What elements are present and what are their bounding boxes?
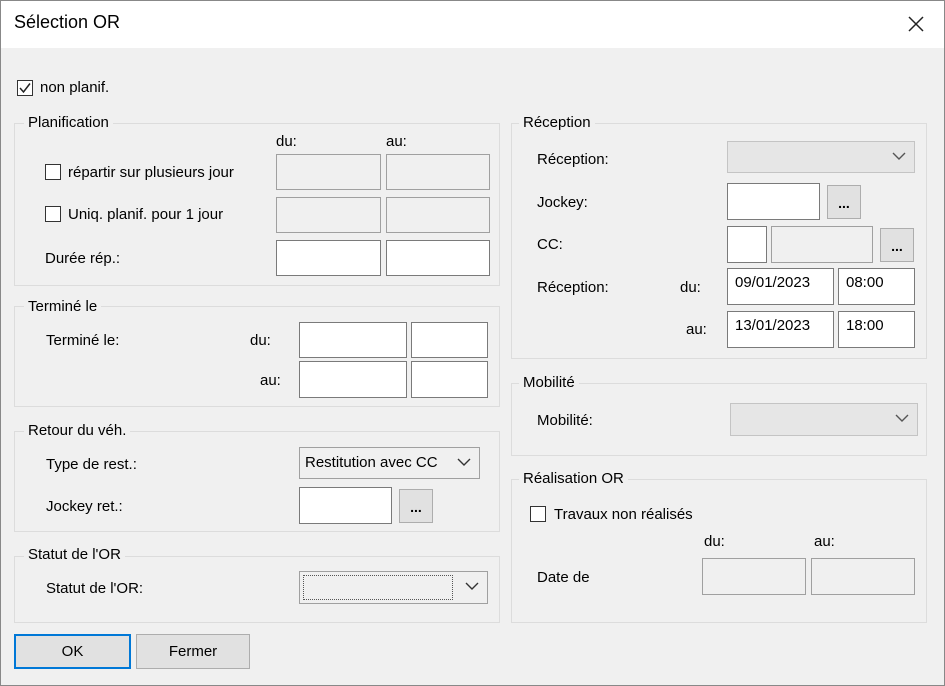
reception-du-time[interactable]: 08:00 [838, 268, 915, 305]
type-rest-value: Restitution avec CC [305, 454, 438, 471]
reception-select-label: Réception: [537, 151, 609, 168]
jockey-field[interactable] [727, 183, 820, 220]
uniq-du-field[interactable] [276, 197, 381, 233]
dialog-title: Sélection OR [14, 12, 121, 32]
planif-col-du: du: [276, 133, 297, 150]
focus-rect [303, 575, 453, 600]
chevron-down-icon [895, 414, 909, 422]
cc-name-field[interactable] [771, 226, 873, 263]
duree-label: Durée rép.: [45, 250, 121, 267]
realisation-col-du: du: [704, 533, 725, 550]
realisation-title: Réalisation OR [519, 470, 628, 487]
cc-label: CC: [537, 236, 563, 253]
non-planif-checkbox[interactable] [17, 80, 33, 96]
reception-au-label: au: [686, 321, 707, 338]
non-planif-label: non planif. [40, 79, 110, 96]
repartir-label: répartir sur plusieurs jour [68, 164, 234, 181]
jockey-label: Jockey: [537, 194, 588, 211]
close-icon[interactable] [898, 6, 934, 42]
repartir-au-field[interactable] [386, 154, 490, 190]
statut-select[interactable] [299, 571, 488, 604]
uniq-planif-label: Uniq. planif. pour 1 jour [68, 206, 224, 223]
statut-label: Statut de l'OR: [46, 580, 144, 597]
title-bar [0, 0, 945, 48]
reception-au-time[interactable]: 18:00 [838, 311, 915, 348]
travaux-checkbox[interactable] [530, 506, 546, 522]
realisation-au-field[interactable] [811, 558, 915, 595]
reception-du-label: du: [680, 279, 701, 296]
retour-title: Retour du véh. [24, 422, 131, 439]
reception-au-date[interactable]: 13/01/2023 [727, 311, 834, 348]
realisation-du-field[interactable] [702, 558, 806, 595]
reception-title: Réception [519, 114, 595, 131]
mobilite-select[interactable] [730, 403, 918, 436]
ok-button[interactable]: OK [14, 634, 131, 669]
type-rest-label: Type de rest.: [46, 456, 137, 473]
repartir-checkbox[interactable] [45, 164, 61, 180]
mobilite-label: Mobilité: [537, 412, 593, 429]
termine-du-time[interactable] [411, 322, 488, 358]
planification-title: Planification [24, 114, 113, 131]
travaux-label: Travaux non réalisés [554, 506, 693, 523]
planif-col-au: au: [386, 133, 407, 150]
uniq-planif-checkbox[interactable] [45, 206, 61, 222]
statut-title: Statut de l'OR [24, 546, 125, 563]
realisation-col-au: au: [814, 533, 835, 550]
reception-dates-label: Réception: [537, 279, 609, 296]
date-de-label: Date de [537, 569, 590, 586]
jockey-browse-button[interactable]: ... [827, 185, 861, 219]
jockey-ret-field[interactable] [299, 487, 392, 524]
jockey-ret-browse-button[interactable]: ... [399, 489, 433, 523]
chevron-down-icon [892, 152, 906, 160]
fermer-button[interactable]: Fermer [136, 634, 250, 669]
chevron-down-icon [457, 458, 471, 466]
checkmark-icon [19, 83, 31, 94]
cc-code-field[interactable] [727, 226, 767, 263]
termine-du-date[interactable] [299, 322, 407, 358]
chevron-down-icon [465, 582, 479, 590]
jockey-ret-label: Jockey ret.: [46, 498, 123, 515]
mobilite-title: Mobilité [519, 374, 579, 391]
cc-browse-button[interactable]: ... [880, 228, 914, 262]
termine-label: Terminé le: [46, 332, 120, 349]
termine-au-time[interactable] [411, 361, 488, 398]
reception-du-date[interactable]: 09/01/2023 [727, 268, 834, 305]
reception-select[interactable] [727, 141, 915, 173]
termine-au-date[interactable] [299, 361, 407, 398]
termine-du-label: du: [250, 332, 271, 349]
uniq-au-field[interactable] [386, 197, 490, 233]
duree-au-field[interactable] [386, 240, 490, 276]
repartir-du-field[interactable] [276, 154, 381, 190]
realisation-group [511, 479, 927, 623]
termine-title: Terminé le [24, 298, 102, 315]
duree-du-field[interactable] [276, 240, 381, 276]
type-rest-select[interactable]: Restitution avec CC [299, 447, 480, 479]
termine-au-label: au: [260, 372, 281, 389]
